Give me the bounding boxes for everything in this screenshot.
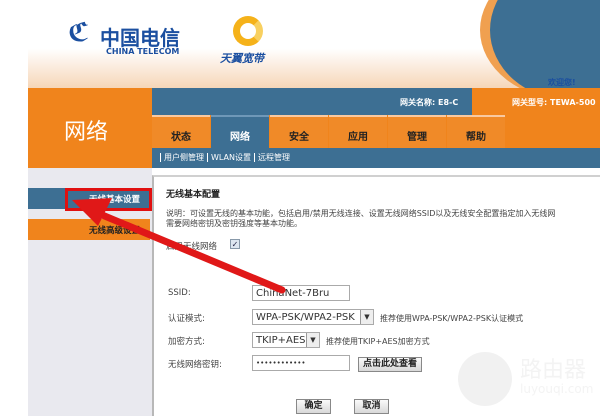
red-arrow-icon: [72, 198, 286, 294]
